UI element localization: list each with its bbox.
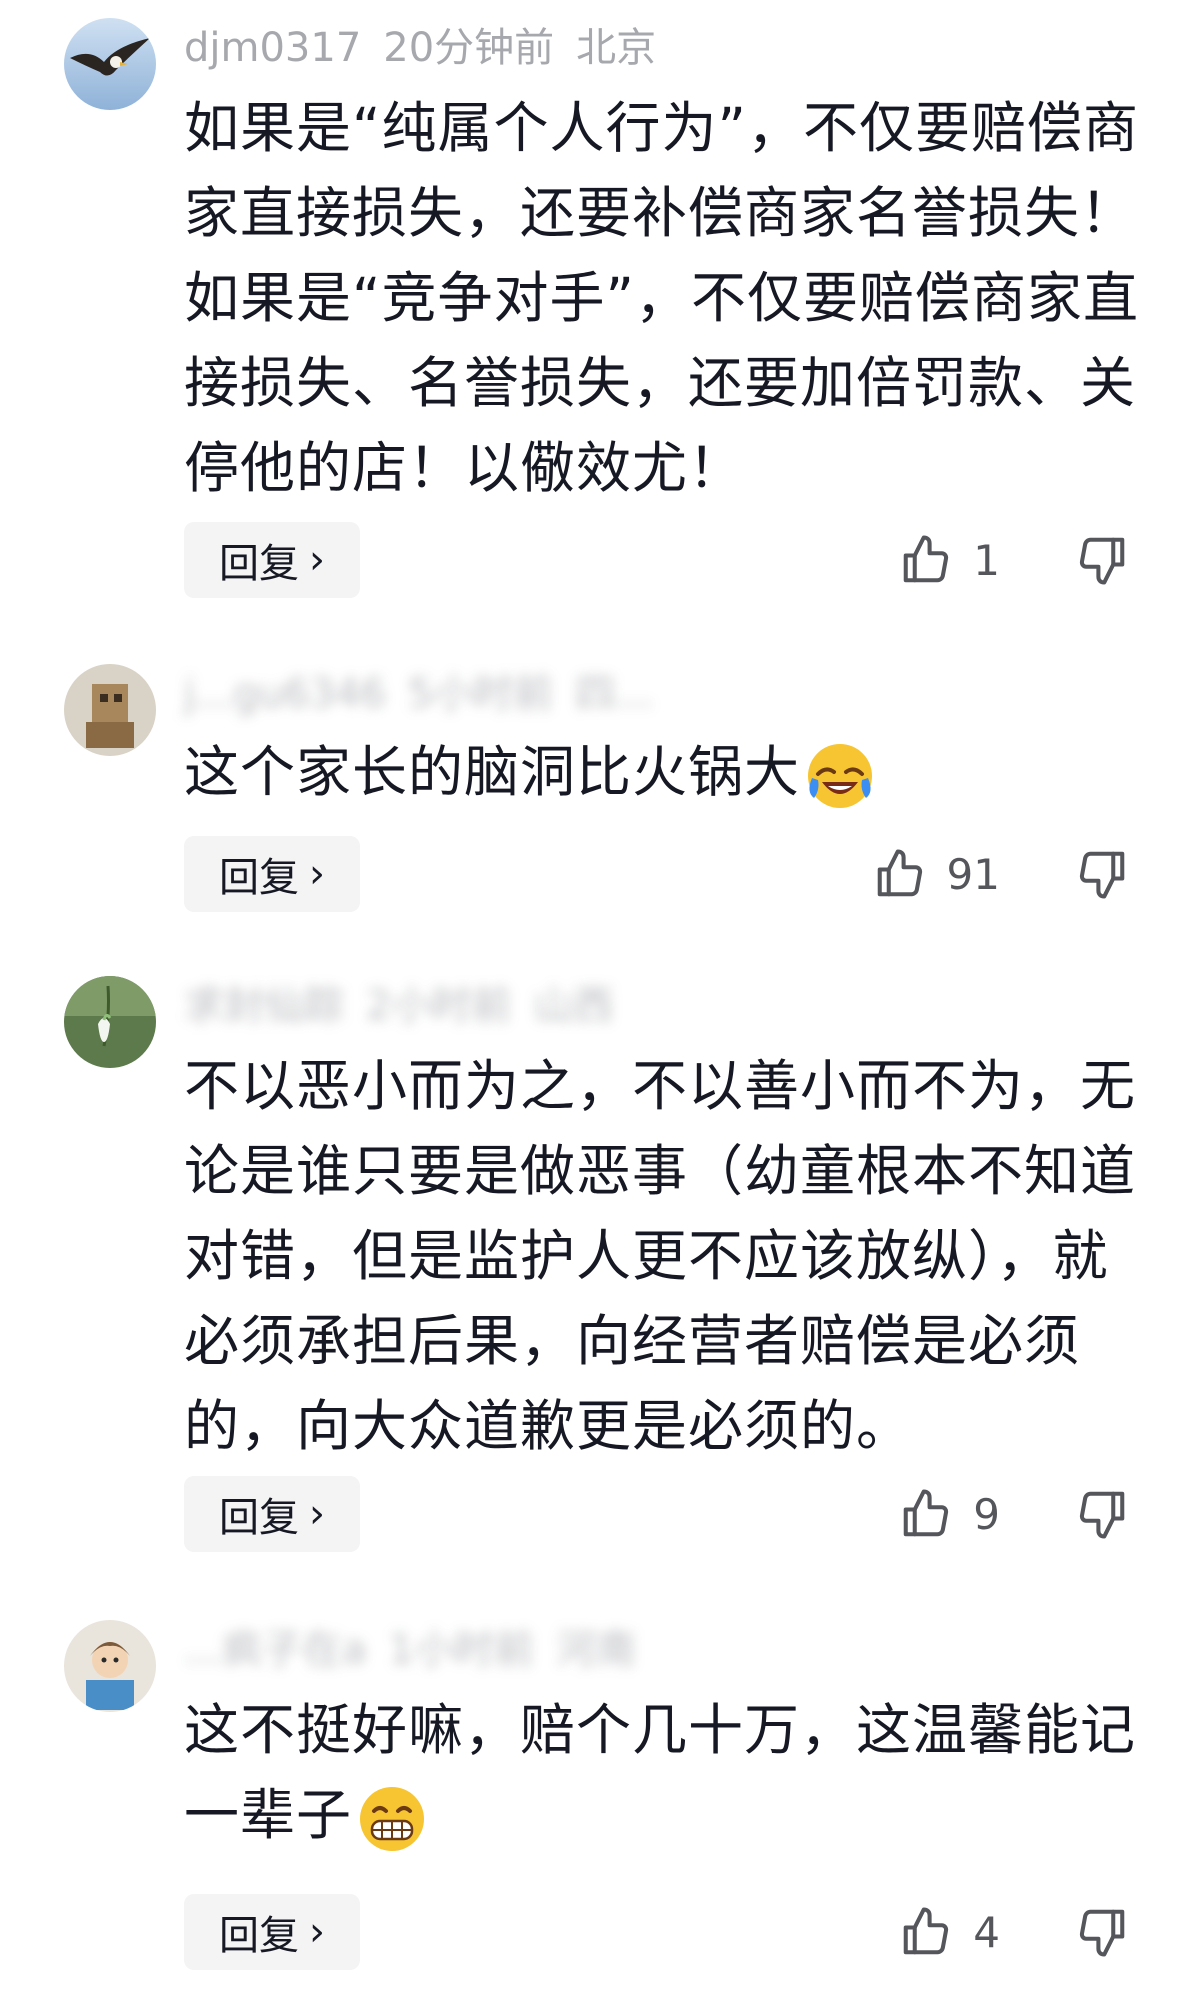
grinning-emoji	[360, 1786, 425, 1851]
thumbs-down-icon	[1079, 537, 1125, 585]
username[interactable]: j...gu6346	[184, 671, 386, 717]
comment-time: 2小时前	[366, 983, 512, 1029]
comment-location: 北京	[576, 25, 657, 71]
thumbs-down-icon	[1079, 851, 1125, 899]
cartoon-avatar[interactable]	[64, 1620, 156, 1712]
like-count: 4	[973, 1907, 1000, 1957]
like-count: 1	[973, 535, 1000, 585]
thumbs-up-icon	[903, 1907, 949, 1955]
thumbs-down-icon	[1079, 1909, 1125, 1957]
comment-meta: ...疯子在a 1小时前 河南	[184, 1622, 658, 1678]
username[interactable]: 求封仙踪	[184, 983, 344, 1029]
like-button[interactable]: 1	[899, 522, 1000, 598]
comment-text-content: 这个家长的脑洞比火锅大	[184, 740, 801, 804]
comment-text: 如果是“纯属个人行为”，不仅要赔偿商家直接损失，还要补偿商家名誉损失！如果是“竞…	[184, 96, 1139, 500]
comment-time: 20分钟前	[383, 25, 555, 71]
reply-button[interactable]: 回复 ›	[184, 522, 360, 598]
comment-text: 不以恶小而为之，不以善小而不为，无论是谁只要是做恶事（幼童根本不知道对错，但是监…	[184, 1054, 1137, 1458]
laughing-crying-emoji	[808, 743, 873, 808]
chevron-right-icon: ›	[309, 537, 325, 583]
reply-label: 回复	[219, 855, 299, 901]
reply-label: 回复	[219, 1913, 299, 1959]
reply-button[interactable]: 回复 ›	[184, 1476, 360, 1552]
thumbs-up-icon	[903, 1489, 949, 1537]
like-button[interactable]: 4	[899, 1894, 1000, 1970]
comment-meta: j...gu6346 5小时前 四...	[184, 666, 675, 722]
comment-text: 这不挺好嘛，赔个几十万，这温馨能记一辈子	[184, 1688, 1144, 1858]
chevron-right-icon: ›	[309, 1491, 325, 1537]
comment-text: 这个家长的脑洞比火锅大	[184, 730, 1144, 815]
like-count: 91	[946, 849, 1000, 899]
chevron-right-icon: ›	[309, 851, 325, 897]
eagle-avatar[interactable]	[64, 18, 156, 110]
thumbs-down-icon	[1079, 1491, 1125, 1539]
reply-button[interactable]: 回复 ›	[184, 836, 360, 912]
reply-label: 回复	[219, 541, 299, 587]
reply-label: 回复	[219, 1495, 299, 1541]
thumbs-up-icon	[903, 535, 949, 583]
like-count: 9	[973, 1489, 1000, 1539]
like-button[interactable]: 91	[873, 836, 1000, 912]
dislike-button[interactable]	[1072, 1894, 1132, 1970]
comment-location: 山西	[533, 983, 614, 1029]
figure-avatar[interactable]	[64, 664, 156, 756]
comment-meta: djm0317 20分钟前 北京	[184, 20, 678, 76]
dislike-button[interactable]	[1072, 836, 1132, 912]
dislike-button[interactable]	[1072, 1476, 1132, 1552]
chevron-right-icon: ›	[309, 1909, 325, 1955]
snowdrop-flower-avatar[interactable]	[64, 976, 156, 1068]
comment-location: 四...	[575, 671, 654, 717]
comment-time: 1小时前	[388, 1627, 535, 1673]
comment-location: 河南	[556, 1627, 637, 1673]
comment-text-content: 这不挺好嘛，赔个几十万，这温馨能记一辈子	[184, 1698, 1137, 1847]
thumbs-up-icon	[877, 849, 922, 897]
username[interactable]: djm0317	[184, 25, 361, 71]
dislike-button[interactable]	[1072, 522, 1132, 598]
comment-time: 5小时前	[407, 671, 554, 717]
username[interactable]: ...疯子在a	[184, 1627, 367, 1673]
like-button[interactable]: 9	[899, 1476, 1000, 1552]
reply-button[interactable]: 回复 ›	[184, 1894, 360, 1970]
comment-meta: 求封仙踪 2小时前 山西	[184, 978, 635, 1034]
